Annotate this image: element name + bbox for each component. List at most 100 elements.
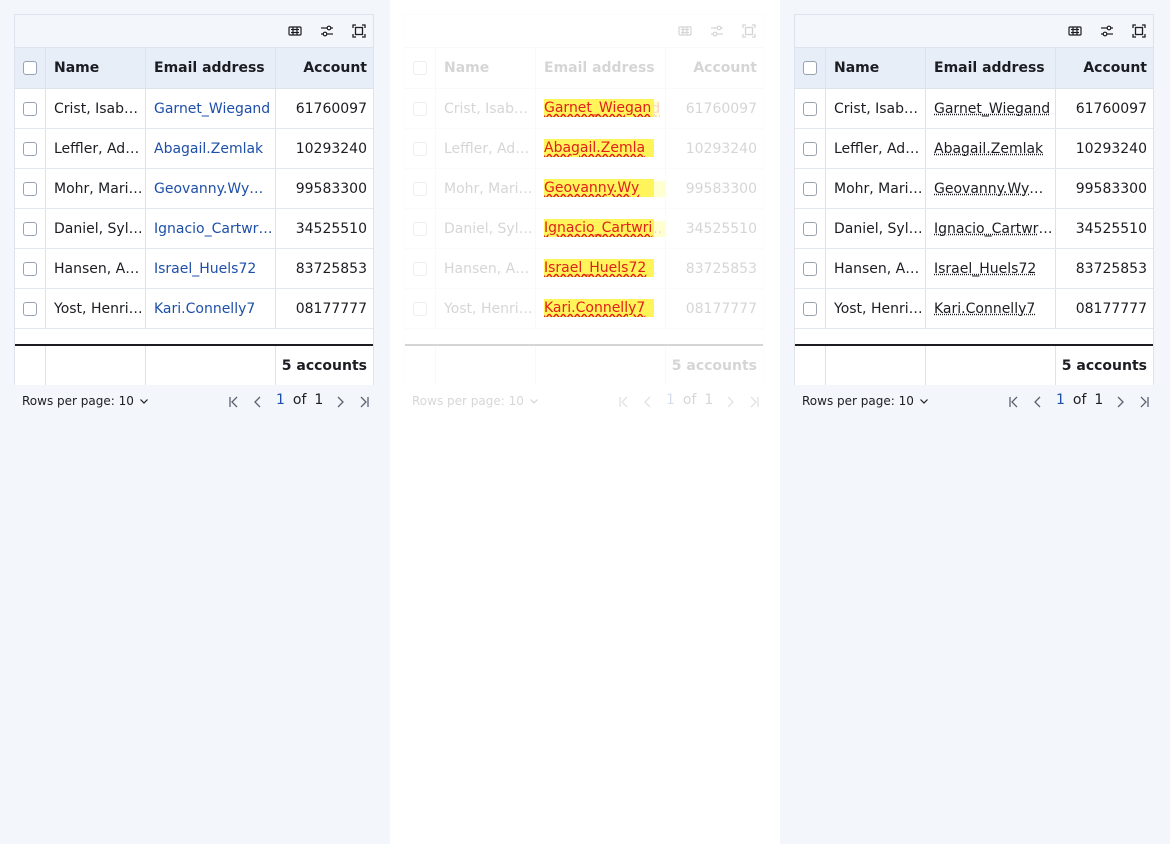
- select-all-checkbox[interactable]: [23, 61, 37, 75]
- first-page-button[interactable]: [1006, 394, 1022, 410]
- email-link[interactable]: Israel_Huels72: [934, 261, 1036, 277]
- first-page-button[interactable]: [226, 394, 242, 410]
- row-checkbox[interactable]: [23, 221, 37, 236]
- prev-page-button[interactable]: [640, 394, 656, 410]
- prev-page-button[interactable]: [250, 394, 266, 410]
- row-checkbox[interactable]: [803, 181, 817, 196]
- table-row[interactable]: Leffler, Adam Abagail.Zemlak 10293240: [15, 129, 373, 169]
- filter-icon[interactable]: [709, 23, 725, 39]
- row-checkbox[interactable]: [413, 221, 427, 236]
- email-link[interactable]: Garnet_Wiegand: [154, 101, 270, 117]
- highlighted-email[interactable]: Israel_Huels72: [544, 259, 654, 277]
- table-row[interactable]: Crist, Isabella Garnet_Wiegand 61760097: [15, 89, 373, 129]
- highlighted-email[interactable]: Garnet_Wiegan: [544, 99, 654, 117]
- email-link[interactable]: Ignacio_Cartwright: [154, 221, 275, 237]
- column-header-account[interactable]: Account: [276, 48, 375, 88]
- column-header-email[interactable]: Email address: [536, 48, 666, 88]
- chevron-down-icon: [529, 399, 538, 404]
- row-checkbox[interactable]: [803, 221, 817, 236]
- table-row[interactable]: Yost, Henrietta Kari.Connelly7 08177777: [795, 289, 1153, 329]
- column-header-email[interactable]: Email address: [146, 48, 276, 88]
- density-icon[interactable]: [287, 23, 303, 39]
- next-page-button[interactable]: [722, 394, 738, 410]
- email-link[interactable]: Ignacio_Cartwright: [934, 221, 1055, 237]
- row-checkbox[interactable]: [803, 141, 817, 156]
- email-link[interactable]: Geovanny.Wyman: [154, 181, 275, 197]
- row-select-cell: [15, 169, 46, 208]
- grid-body[interactable]: Crist, Isabella Garnet_Wiegand 61760097 Lef…: [795, 89, 1153, 344]
- email-link[interactable]: Israel_Huels72: [154, 261, 256, 277]
- row-checkbox[interactable]: [413, 261, 427, 276]
- table-row[interactable]: Hansen, Amy Israel_Huels72 83725853: [795, 249, 1153, 289]
- email-cell: Kari.Connelly7: [926, 289, 1056, 328]
- highlighted-email[interactable]: Geovanny.Wy: [544, 179, 654, 197]
- name-cell: Leffler, Adam: [826, 129, 926, 168]
- row-checkbox[interactable]: [413, 301, 427, 316]
- table-row[interactable]: Yost, Henrietta Kari.Connelly7 08177777: [15, 289, 373, 329]
- email-link[interactable]: Kari.Connelly7: [934, 301, 1035, 317]
- column-header-account[interactable]: Account: [666, 48, 765, 88]
- email-link[interactable]: Kari.Connelly7: [154, 301, 255, 317]
- filter-icon[interactable]: [1099, 23, 1115, 39]
- row-checkbox[interactable]: [803, 301, 817, 316]
- current-page[interactable]: 1: [276, 392, 285, 408]
- row-checkbox[interactable]: [413, 141, 427, 156]
- table-row[interactable]: Crist, Isabella Garnet_Wiegand 61760097: [795, 89, 1153, 129]
- column-header-name[interactable]: Name: [46, 48, 146, 88]
- select-all-checkbox[interactable]: [413, 61, 427, 75]
- account-cell: 10293240: [685, 140, 757, 157]
- last-page-button[interactable]: [1136, 394, 1152, 410]
- highlighted-email[interactable]: Abagail.Zemla: [544, 139, 654, 157]
- grid-body[interactable]: Crist, Isabella Garnet_Wiegand 61760097 Lef…: [15, 89, 373, 344]
- next-page-button[interactable]: [1112, 394, 1128, 410]
- table-row[interactable]: Mohr, Marilyn Geovanny.Wyman 99583300: [795, 169, 1153, 209]
- column-header-name[interactable]: Name: [826, 48, 926, 88]
- current-page[interactable]: 1: [666, 392, 675, 408]
- row-checkbox[interactable]: [23, 101, 37, 116]
- density-icon[interactable]: [677, 23, 693, 39]
- row-checkbox[interactable]: [803, 261, 817, 276]
- account-cell: 34525510: [685, 220, 757, 237]
- row-checkbox[interactable]: [413, 101, 427, 116]
- row-checkbox[interactable]: [23, 141, 37, 156]
- row-checkbox[interactable]: [413, 181, 427, 196]
- highlighted-email[interactable]: Kari.Connelly7: [544, 299, 654, 317]
- email-link[interactable]: Geovanny.Wyman: [934, 181, 1055, 197]
- rows-per-page-select[interactable]: Rows per page: 10: [22, 394, 150, 408]
- fullscreen-icon[interactable]: [1131, 23, 1147, 39]
- prev-page-button[interactable]: [1030, 394, 1046, 410]
- last-page-button[interactable]: [746, 394, 762, 410]
- fullscreen-icon[interactable]: [741, 23, 757, 39]
- row-checkbox[interactable]: [23, 181, 37, 196]
- column-header-name[interactable]: Name: [436, 48, 536, 88]
- filter-icon[interactable]: [319, 23, 335, 39]
- table-row[interactable]: Mohr, Marilyn Geovanny.Wyman 99583300: [15, 169, 373, 209]
- rows-per-page-select[interactable]: Rows per page: 10: [412, 394, 540, 408]
- row-checkbox[interactable]: [23, 261, 37, 276]
- select-all-checkbox[interactable]: [803, 61, 817, 75]
- table-row[interactable]: Leffler, Adam Abagail.Zemlak 10293240: [795, 129, 1153, 169]
- table-row[interactable]: Hansen, Amy Israel_Huels72 83725853: [15, 249, 373, 289]
- table-row[interactable]: Daniel, Sylvia Ignacio_Cartwright 34525510: [795, 209, 1153, 249]
- column-header-email[interactable]: Email address: [926, 48, 1056, 88]
- row-checkbox[interactable]: [23, 301, 37, 316]
- fullscreen-icon[interactable]: [351, 23, 367, 39]
- email-cell: Abagail.Zemlak: [146, 129, 276, 168]
- row-checkbox[interactable]: [803, 101, 817, 116]
- column-header-account[interactable]: Account: [1056, 48, 1155, 88]
- data-grid: Name Email address Account Crist, Isabel…: [14, 14, 374, 385]
- current-page[interactable]: 1: [1056, 392, 1065, 408]
- first-page-icon: [229, 396, 238, 408]
- email-link[interactable]: Garnet_Wiegand: [934, 101, 1050, 117]
- rows-per-page-select[interactable]: Rows per page: 10: [802, 394, 930, 408]
- grid-toolbar: [15, 15, 373, 48]
- next-page-button[interactable]: [332, 394, 348, 410]
- last-page-button[interactable]: [356, 394, 372, 410]
- first-page-button[interactable]: [616, 394, 632, 410]
- email-link[interactable]: Abagail.Zemlak: [934, 141, 1043, 157]
- density-icon[interactable]: [1067, 23, 1083, 39]
- footer-empty-cell: [15, 346, 46, 385]
- table-row[interactable]: Daniel, Sylvia Ignacio_Cartwright 34525510: [15, 209, 373, 249]
- email-link[interactable]: Abagail.Zemlak: [154, 141, 263, 157]
- highlighted-email[interactable]: Ignacio_Cartwri: [544, 219, 654, 237]
